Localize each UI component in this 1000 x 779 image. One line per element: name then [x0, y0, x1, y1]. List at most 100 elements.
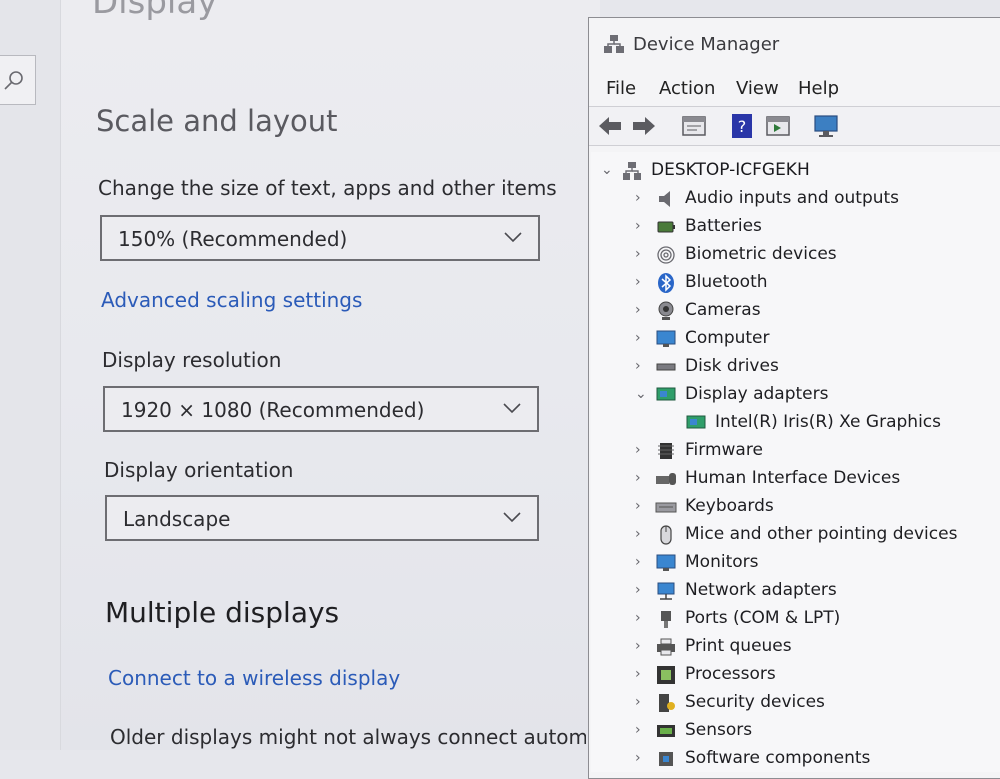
battery-icon [657, 221, 675, 233]
chevron-right-icon[interactable]: › [635, 554, 649, 570]
tree-item-label: Audio inputs and outputs [685, 188, 900, 208]
tree-item-display-adapters[interactable]: ⌄ Display adapters [635, 382, 1000, 408]
tree-item-label: Biometric devices [685, 244, 837, 264]
settings-nav-bar [0, 0, 61, 750]
menu-help[interactable]: Help [798, 78, 839, 99]
software-icon [659, 752, 673, 766]
chevron-right-icon[interactable]: › [635, 218, 649, 234]
chevron-right-icon[interactable]: › [635, 610, 649, 626]
tree-item-label: Software components [685, 748, 871, 768]
toolbar: ? [589, 106, 1000, 146]
search-button[interactable] [0, 55, 36, 105]
tree-item-label: Firmware [685, 440, 763, 460]
chevron-down-icon[interactable]: ⌄ [635, 386, 649, 402]
menu-action[interactable]: Action [659, 78, 715, 99]
scale-dropdown[interactable]: 150% (Recommended) [100, 215, 540, 261]
chevron-right-icon[interactable]: › [635, 442, 649, 458]
chevron-right-icon[interactable]: › [635, 694, 649, 710]
help-icon[interactable]: ? [729, 113, 755, 139]
chevron-right-icon[interactable]: › [635, 470, 649, 486]
tree-item-audio[interactable]: › Audio inputs and outputs [635, 186, 1000, 212]
properties-icon[interactable] [681, 113, 707, 139]
chevron-right-icon[interactable]: › [635, 638, 649, 654]
tree-item-label: Batteries [685, 216, 762, 236]
menu-bar: File Action View Help [589, 74, 1000, 104]
tree-item-keyboards[interactable]: › Keyboards [635, 494, 1000, 520]
camera-icon [658, 301, 674, 320]
search-icon [4, 71, 23, 90]
chevron-right-icon[interactable]: › [635, 246, 649, 262]
advanced-scaling-link[interactable]: Advanced scaling settings [101, 288, 362, 312]
keyboard-icon [655, 502, 677, 513]
scale-label: Change the size of text, apps and other … [98, 176, 557, 200]
chevron-right-icon[interactable]: › [635, 750, 649, 766]
disk-icon [656, 363, 676, 371]
chevron-down-icon [504, 232, 522, 243]
tree-item-biometric[interactable]: › Biometric devices [635, 242, 1000, 268]
tree-item-batteries[interactable]: › Batteries [635, 214, 1000, 240]
tree-item-bluetooth[interactable]: › Bluetooth [635, 270, 1000, 296]
tree-item-sensors[interactable]: › Sensors [635, 718, 1000, 744]
tree-item-cameras[interactable]: › Cameras [635, 298, 1000, 324]
security-icon [659, 694, 675, 712]
chevron-right-icon[interactable]: › [635, 330, 649, 346]
svg-text:?: ? [738, 117, 747, 136]
chevron-right-icon[interactable]: › [635, 358, 649, 374]
chevron-down-icon[interactable]: ⌄ [601, 162, 615, 178]
action-pane-icon[interactable] [765, 113, 791, 139]
tree-item-label: Processors [685, 664, 776, 684]
tree-item-disk-drives[interactable]: › Disk drives [635, 354, 1000, 380]
tree-item-network[interactable]: › Network adapters [635, 578, 1000, 604]
scan-hardware-icon[interactable] [813, 113, 839, 139]
tree-item-hid[interactable]: › Human Interface Devices [635, 466, 1000, 492]
chevron-right-icon[interactable]: › [635, 666, 649, 682]
mouse-icon [660, 525, 672, 545]
orientation-dropdown[interactable]: Landscape [105, 495, 539, 541]
tree-item-ports[interactable]: › Ports (COM & LPT) [635, 606, 1000, 632]
tree-item-intel-iris-xe[interactable]: Intel(R) Iris(R) Xe Graphics [665, 410, 1000, 436]
tree-root[interactable]: ⌄ DESKTOP-ICFGEKH [601, 158, 1000, 184]
tree-item-firmware[interactable]: › Firmware [635, 438, 1000, 464]
tree-item-print-queues[interactable]: › Print queues [635, 634, 1000, 660]
scale-section-title: Scale and layout [96, 104, 338, 138]
printer-icon [657, 638, 675, 656]
fingerprint-icon [657, 246, 675, 264]
tree-item-computer[interactable]: › Computer [635, 326, 1000, 352]
device-manager-titlebar[interactable]: Device Manager [589, 18, 1000, 70]
tree-item-security[interactable]: › Security devices [635, 690, 1000, 716]
multiple-displays-title: Multiple displays [105, 596, 340, 629]
page-title: Display [92, 0, 218, 22]
device-tree: ⌄ DESKTOP-ICFGEKH › Audio inputs and out… [591, 152, 1000, 772]
tree-item-label: Keyboards [685, 496, 774, 516]
tree-item-mice[interactable]: › Mice and other pointing devices [635, 522, 1000, 548]
tree-item-label: Computer [685, 328, 770, 348]
port-icon [661, 611, 671, 628]
device-manager-icon [604, 35, 624, 53]
chevron-right-icon[interactable]: › [635, 582, 649, 598]
display-adapter-icon [656, 387, 676, 401]
tree-item-label: Ports (COM & LPT) [685, 608, 841, 628]
tree-item-label: Bluetooth [685, 272, 768, 292]
computer-tree-icon [623, 162, 641, 180]
chevron-right-icon[interactable]: › [635, 722, 649, 738]
chevron-right-icon[interactable]: › [635, 302, 649, 318]
chevron-right-icon[interactable]: › [635, 498, 649, 514]
menu-view[interactable]: View [736, 78, 779, 99]
back-arrow-icon[interactable] [597, 113, 623, 139]
menu-file[interactable]: File [606, 78, 636, 99]
resolution-value: 1920 × 1080 (Recommended) [121, 398, 425, 422]
chevron-right-icon[interactable]: › [635, 190, 649, 206]
root-label: DESKTOP-ICFGEKH [651, 160, 810, 180]
chevron-right-icon[interactable]: › [635, 526, 649, 542]
older-displays-text: Older displays might not always connect … [110, 725, 586, 749]
forward-arrow-icon[interactable] [631, 113, 657, 139]
tree-item-label: Network adapters [685, 580, 837, 600]
device-manager-window: Device Manager File Action View Help ? ⌄… [588, 17, 1000, 779]
scale-value: 150% (Recommended) [118, 227, 348, 251]
tree-item-processors[interactable]: › Processors [635, 662, 1000, 688]
orientation-label: Display orientation [104, 458, 294, 482]
chevron-right-icon[interactable]: › [635, 274, 649, 290]
wireless-display-link[interactable]: Connect to a wireless display [108, 666, 400, 690]
resolution-dropdown[interactable]: 1920 × 1080 (Recommended) [103, 386, 539, 432]
tree-item-monitors[interactable]: › Monitors [635, 550, 1000, 576]
